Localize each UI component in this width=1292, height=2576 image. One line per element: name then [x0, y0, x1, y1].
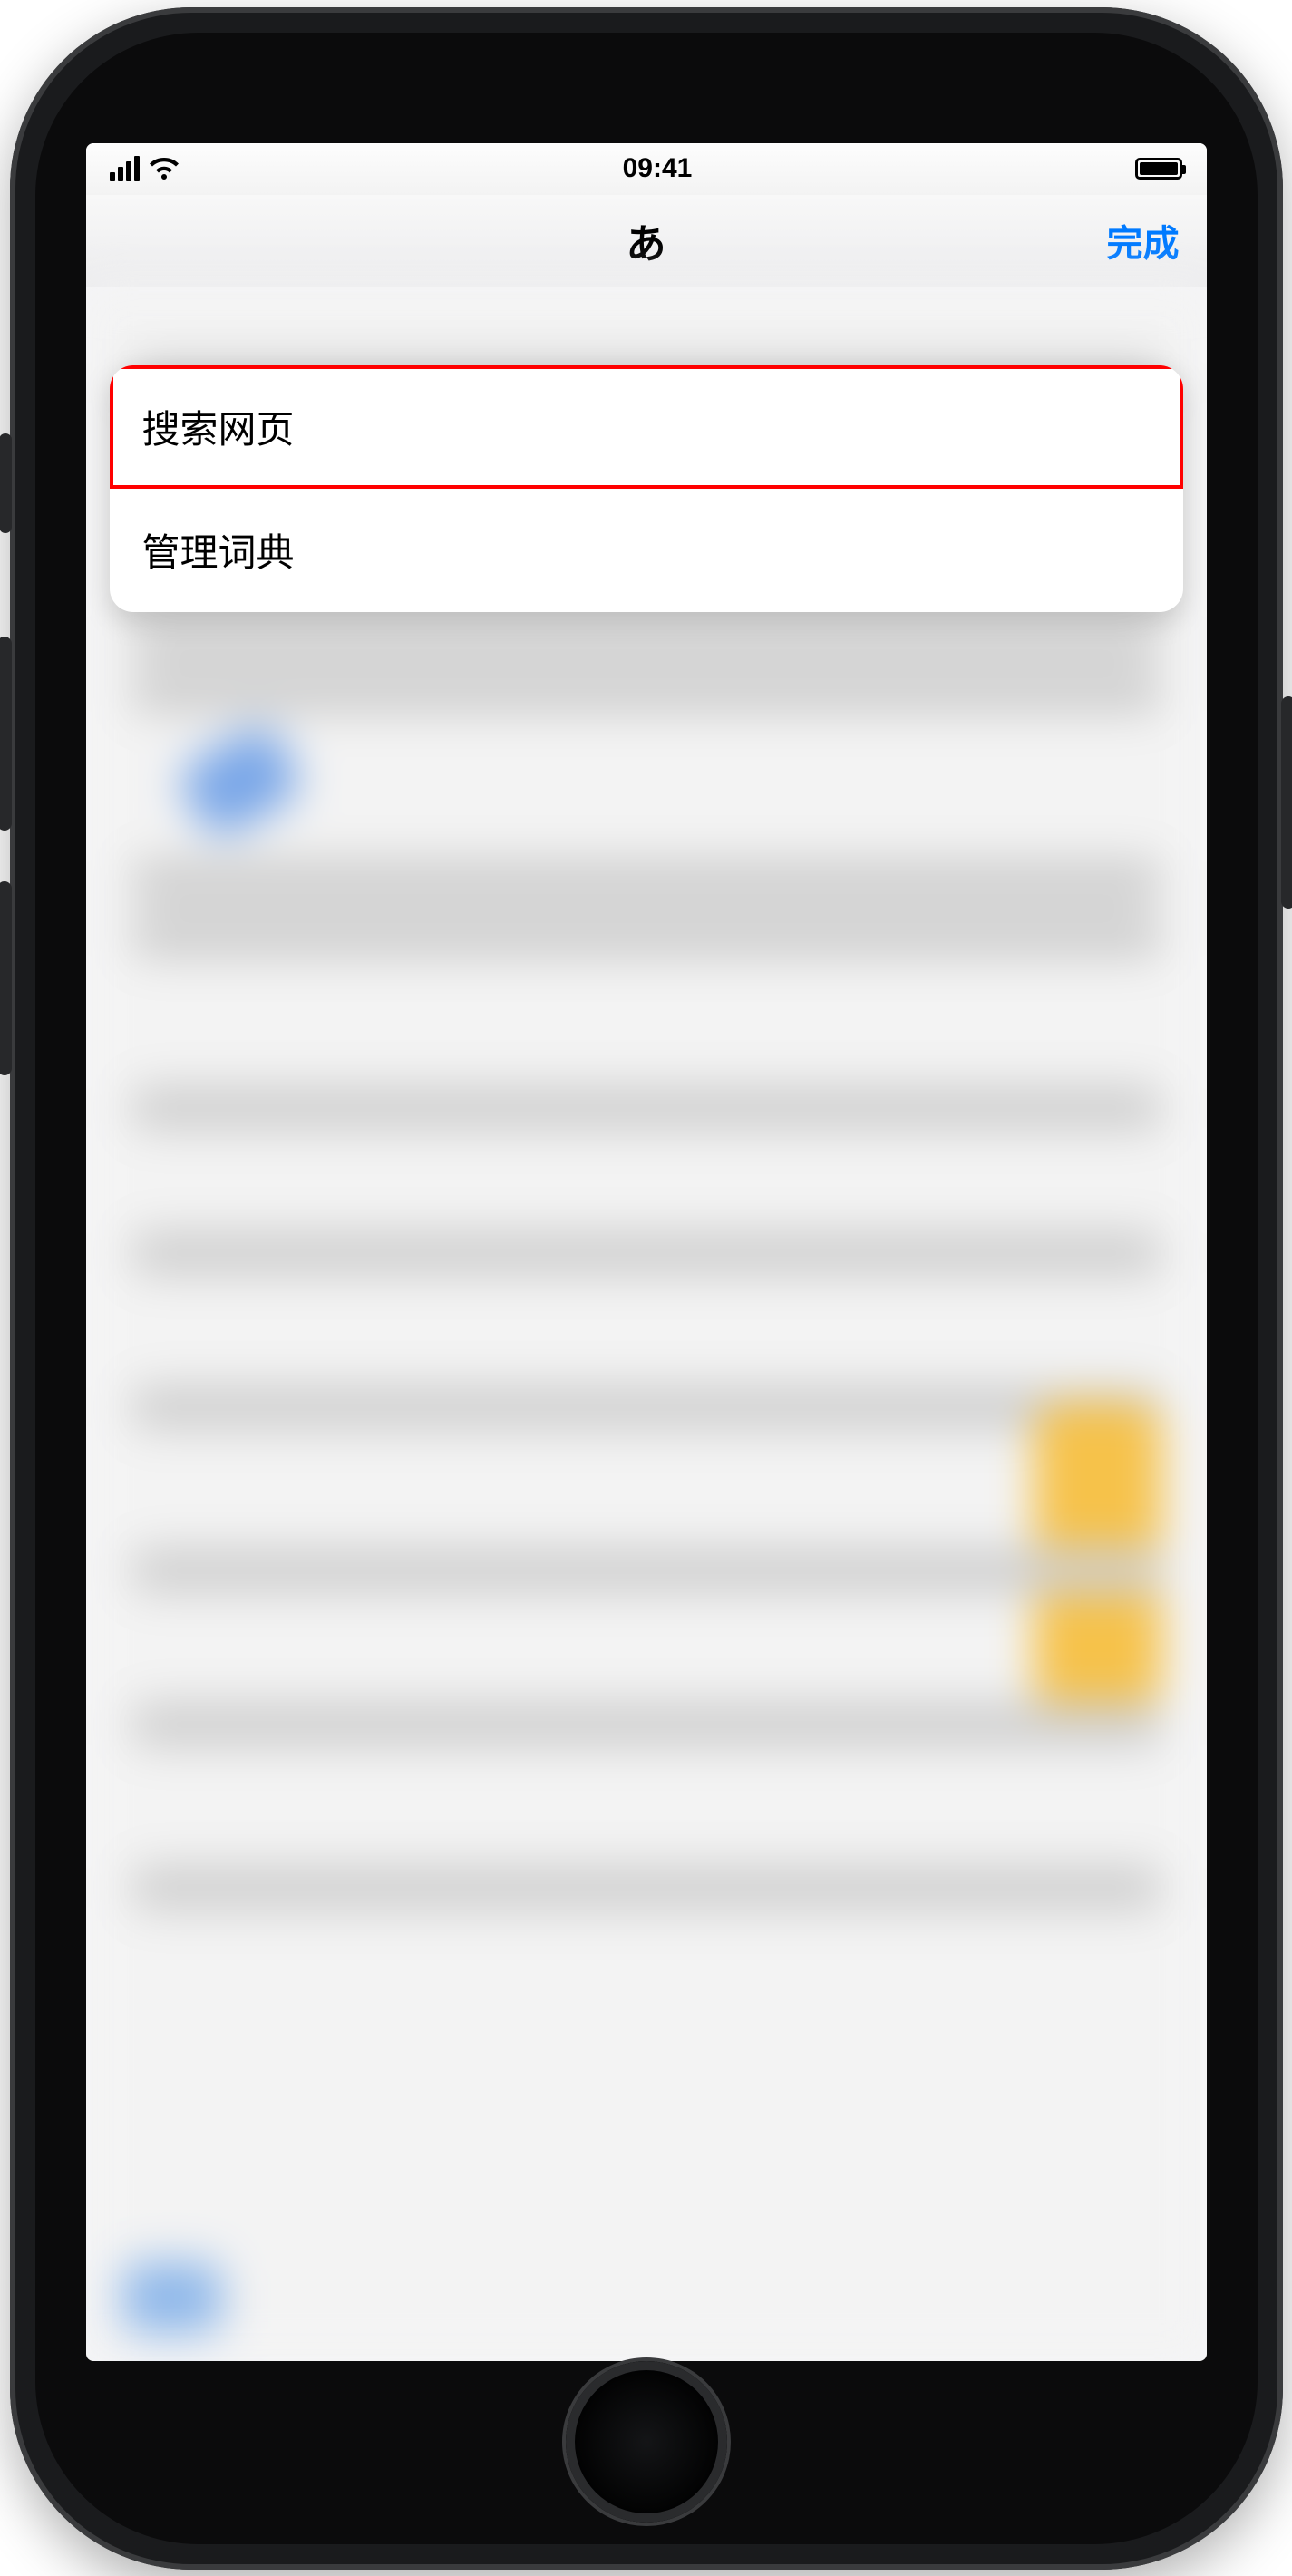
done-button[interactable]: 完成: [666, 214, 1180, 267]
power-button[interactable]: [1281, 696, 1292, 909]
volume-down-button[interactable]: [0, 881, 12, 1075]
phone-frame: 09:41 あ 完成: [10, 7, 1283, 2570]
mute-switch[interactable]: [0, 433, 12, 533]
status-bar: 09:41: [86, 143, 1207, 195]
dictionary-actions-card: 搜索网页 管理词典: [110, 365, 1183, 612]
screen: 09:41 あ 完成: [86, 143, 1207, 2361]
screen-bezel: 09:41 あ 完成: [86, 143, 1207, 2361]
manage-dictionary-item[interactable]: 管理词典: [110, 489, 1183, 612]
volume-up-button[interactable]: [0, 637, 12, 831]
wifi-icon: [149, 157, 180, 180]
cellular-signal-icon: [110, 156, 140, 181]
search-web-item[interactable]: 搜索网页: [110, 365, 1183, 489]
dictionary-nav-bar: あ 完成: [86, 195, 1207, 287]
home-button[interactable]: [566, 2361, 727, 2523]
manage-dictionary-label: 管理词典: [142, 522, 295, 578]
status-time: 09:41: [623, 153, 693, 184]
dictionary-title: あ: [627, 211, 666, 269]
battery-icon: [1135, 158, 1182, 180]
search-web-label: 搜索网页: [142, 399, 295, 454]
